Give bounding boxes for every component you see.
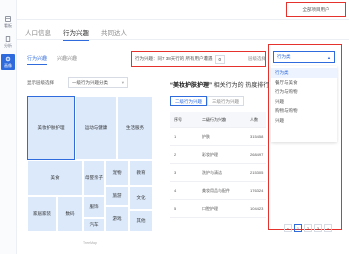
cell-count: 104423 xyxy=(250,206,264,211)
sidebar-item-label: 画像 xyxy=(4,62,12,68)
chevron-up-icon: ▲ xyxy=(327,55,331,60)
treemap-cell[interactable]: 汽车 xyxy=(83,218,105,232)
cell-rank: 1 xyxy=(174,134,177,139)
level-dropdown: 行为类 餐厅与美食 行为与购物 兴趣 购物与购物 兴趣 xyxy=(271,66,337,142)
sidebar: 看板 分析 画像 xyxy=(0,0,17,254)
pager-next[interactable]: > xyxy=(324,224,332,232)
table-row: 4 美妆用品与配件 176324 xyxy=(170,182,266,200)
header-count: 人数 xyxy=(250,116,258,122)
ranking-title-category: “美妆护肤护理” xyxy=(170,83,213,89)
dropdown-option[interactable]: 兴趣 xyxy=(271,97,337,107)
cell-rank: 3 xyxy=(174,170,177,175)
table-row: 2 彩妆护理 268497 xyxy=(170,146,266,164)
level-select-label: 层级选择 xyxy=(248,56,266,61)
user-label: 全部项目用户 xyxy=(302,6,330,12)
ranking-tabs: 二级行为兴趣 三级行为兴趣 xyxy=(170,96,244,106)
header-category: 二级行为兴趣 xyxy=(202,116,226,122)
table-row: 3 洗护与清洁 215305 xyxy=(170,164,266,182)
treemap-cell[interactable]: 服饰 xyxy=(83,196,105,218)
dropdown-option[interactable]: 行为与购物 xyxy=(271,87,337,97)
treemap-cell[interactable]: 游戏 xyxy=(105,206,129,232)
treemap-cell[interactable]: 生活服务 xyxy=(117,96,153,160)
treemap-cell[interactable]: 美食 xyxy=(27,160,83,196)
pager-page[interactable]: 1 xyxy=(294,224,302,232)
chevron-down-icon: ▾ xyxy=(121,80,124,85)
cell-count: 176324 xyxy=(250,188,264,193)
treemap-cell[interactable]: 数码 xyxy=(57,196,83,232)
treemap-cell[interactable]: 旅游 xyxy=(105,186,129,206)
ranking-title: “美妆护肤护理” 相关行为的 热度排行 xyxy=(170,80,269,89)
sidebar-item-label: 分析 xyxy=(4,42,12,48)
sidebar-item-dashboard[interactable]: 看板 xyxy=(1,14,15,30)
treemap-cell[interactable]: 家居家装 xyxy=(27,196,57,232)
cell-category: 护肤 xyxy=(202,133,210,139)
treemap-cell[interactable]: 教育 xyxy=(129,160,153,186)
filter-text: 行为兴趣：同7 38天行的 所有用户遭遇 xyxy=(135,56,213,61)
top-bar: 全部项目用户 xyxy=(17,0,349,20)
sidebar-item-portrait[interactable]: 画像 xyxy=(1,54,15,70)
treemap-cell[interactable]: 运动与健康 xyxy=(75,96,117,160)
sidebar-item-analysis[interactable]: 分析 xyxy=(1,34,15,50)
table-row: 1 护肤 315458 xyxy=(170,128,266,146)
cell-count: 215305 xyxy=(250,170,264,175)
user-selector[interactable]: 全部项目用户 xyxy=(286,2,346,17)
sub-tabs: 行为兴趣 兴趣兴趣 xyxy=(27,55,77,65)
cell-category: 洗护与清洁 xyxy=(202,169,222,175)
filter-value[interactable]: 0 xyxy=(214,54,226,64)
subtab-interest[interactable]: 兴趣兴趣 xyxy=(57,55,77,65)
cell-count: 315458 xyxy=(250,134,264,139)
header-rank: 序号 xyxy=(174,116,182,122)
cell-rank: 5 xyxy=(174,206,177,211)
interest-treemap: 美妆护肤护理 运动与健康 生活服务 美食 母婴亲子 宠物 教育 旅游家居家装 数码 服饰 汽车 游戏文… xyxy=(27,96,153,232)
dropdown-option[interactable]: 餐厅与美食 xyxy=(271,78,337,88)
cell-count: 268497 xyxy=(250,152,264,157)
cell-rank: 2 xyxy=(174,152,177,157)
level-select-value: 行为类 xyxy=(277,54,291,59)
dropdown-option[interactable]: 兴趣 xyxy=(271,116,337,126)
cell-rank: 4 xyxy=(174,188,177,193)
document-icon xyxy=(5,35,11,42)
tabs-divider xyxy=(17,39,349,40)
cell-category: 美妆用品与配件 xyxy=(202,187,230,193)
table-header: 序号 二级行为兴趣 人数 xyxy=(170,112,266,128)
display-level-label: 显示层级选择 xyxy=(27,80,54,85)
cell-category: 口腔护理 xyxy=(202,205,218,211)
level-select[interactable]: 行为类 ▲ xyxy=(273,51,335,63)
pager-page[interactable]: 3 xyxy=(314,224,322,232)
treemap-cell[interactable]: 其他 xyxy=(129,210,153,232)
treemap-caption: TreeMap xyxy=(83,241,97,245)
dropdown-option[interactable]: 行为类 xyxy=(271,68,337,78)
sidebar-item-label: 看板 xyxy=(4,22,12,28)
pager-page[interactable]: 2 xyxy=(304,224,312,232)
treemap-cell[interactable]: 宠物 xyxy=(105,160,129,186)
treemap-cell[interactable]: 文化 xyxy=(129,186,153,210)
display-level-select[interactable]: 一级行为兴趣分类 ▾ xyxy=(68,77,128,88)
tab-second-level[interactable]: 二级行为兴趣 xyxy=(170,96,207,106)
display-level-value: 一级行为兴趣分类 xyxy=(72,80,108,85)
dashboard-icon xyxy=(5,15,11,22)
treemap-cell[interactable]: 美妆护肤护理 xyxy=(27,96,75,160)
table-row: 5 口腔护理 104423 xyxy=(170,200,266,218)
pagination: < 1 2 3 > xyxy=(284,224,332,232)
treemap-cell[interactable]: 母婴亲子 xyxy=(83,160,105,196)
filter-summary: 行为兴趣：同7 38天行的 所有用户遭遇 0 xyxy=(131,51,266,67)
tab-third-level[interactable]: 三级行为兴趣 xyxy=(207,96,244,106)
subtab-behavior[interactable]: 行为兴趣 xyxy=(27,55,48,65)
ranking-table: 序号 二级行为兴趣 人数 1 护肤 315458 2 彩妆护理 268497 3… xyxy=(170,112,266,218)
ranking-title-suffix: 相关行为的 热度排行 xyxy=(212,83,270,89)
gear-icon xyxy=(5,56,11,61)
dropdown-option[interactable]: 购物与购物 xyxy=(271,106,337,116)
cell-category: 彩妆护理 xyxy=(202,151,218,157)
pager-prev[interactable]: < xyxy=(284,224,292,232)
